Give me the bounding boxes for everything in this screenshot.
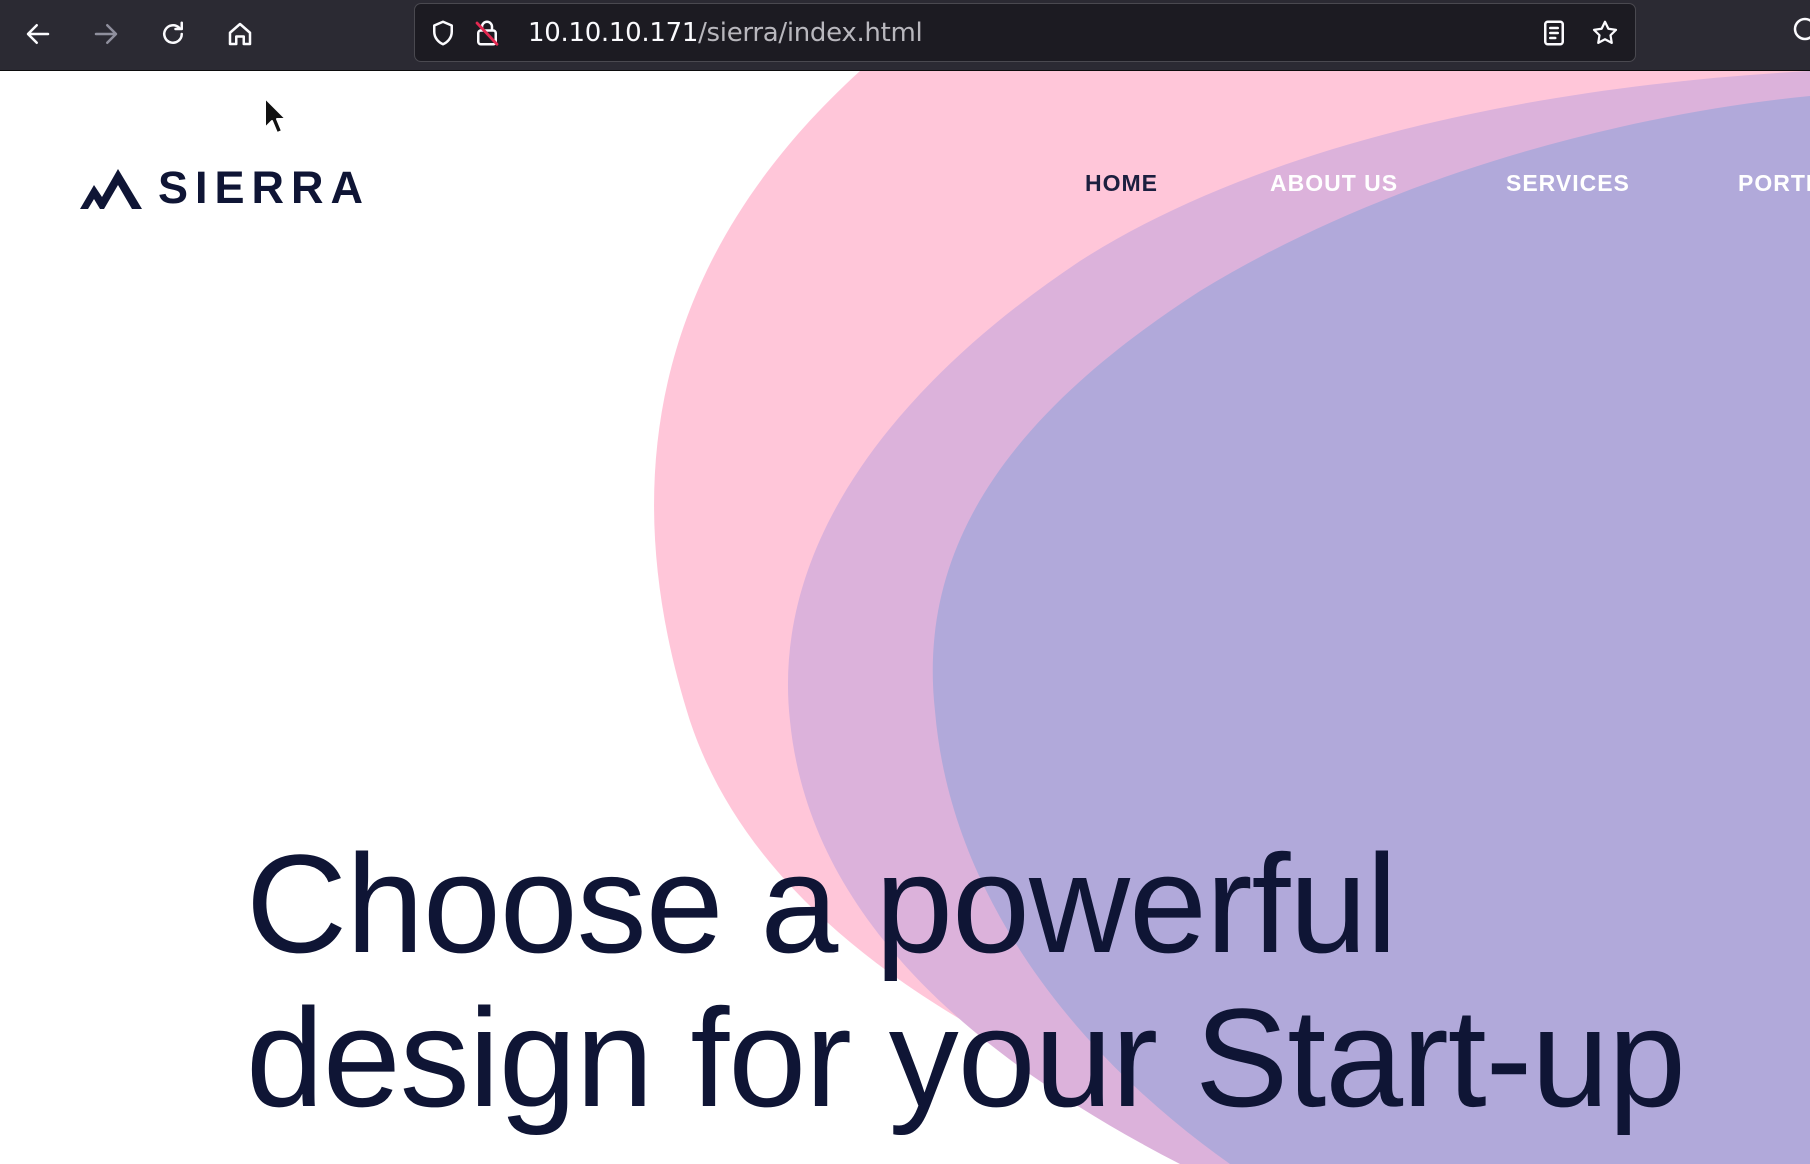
mouse-cursor-icon (264, 97, 287, 134)
back-icon (26, 24, 50, 44)
nav-portfolio[interactable]: PORTI (1738, 170, 1810, 197)
home-icon (228, 22, 252, 46)
insecure-lock-icon[interactable] (472, 18, 502, 48)
url-path: /sierra/index.html (698, 18, 923, 48)
mountain-logo-icon (80, 169, 142, 209)
forward-icon (94, 24, 118, 44)
forward-button[interactable] (86, 14, 126, 54)
hero-line-1: Choose a powerful (246, 825, 1397, 982)
nav-about-us[interactable]: ABOUT US (1270, 170, 1398, 197)
url-host: 10.10.10.171 (528, 18, 699, 48)
page-viewport: SIERRA HOME ABOUT US SERVICES PORTI Choo… (0, 71, 1810, 1164)
extension-icon[interactable] (1790, 14, 1810, 44)
reader-mode-icon[interactable] (1539, 18, 1569, 48)
nav-services[interactable]: SERVICES (1506, 170, 1630, 197)
browser-toolbar: 10.10.10.171/sierra/index.html (0, 0, 1810, 71)
home-button[interactable] (220, 14, 260, 54)
shield-icon[interactable] (428, 18, 458, 48)
bookmark-star-icon[interactable] (1590, 18, 1620, 48)
url-bar[interactable]: 10.10.10.171/sierra/index.html (414, 3, 1636, 62)
hero-heading: Choose a powerful design for your Start-… (246, 827, 1746, 1135)
hero-line-2: design for your Start-up (246, 979, 1686, 1136)
nav-home[interactable]: HOME (1085, 170, 1158, 197)
site-logo[interactable]: SIERRA (78, 162, 371, 213)
reload-icon (163, 21, 183, 44)
reload-button[interactable] (153, 14, 193, 54)
url-text[interactable]: 10.10.10.171/sierra/index.html (528, 18, 923, 48)
back-button[interactable] (18, 14, 58, 54)
logo-text: SIERRA (158, 162, 371, 213)
